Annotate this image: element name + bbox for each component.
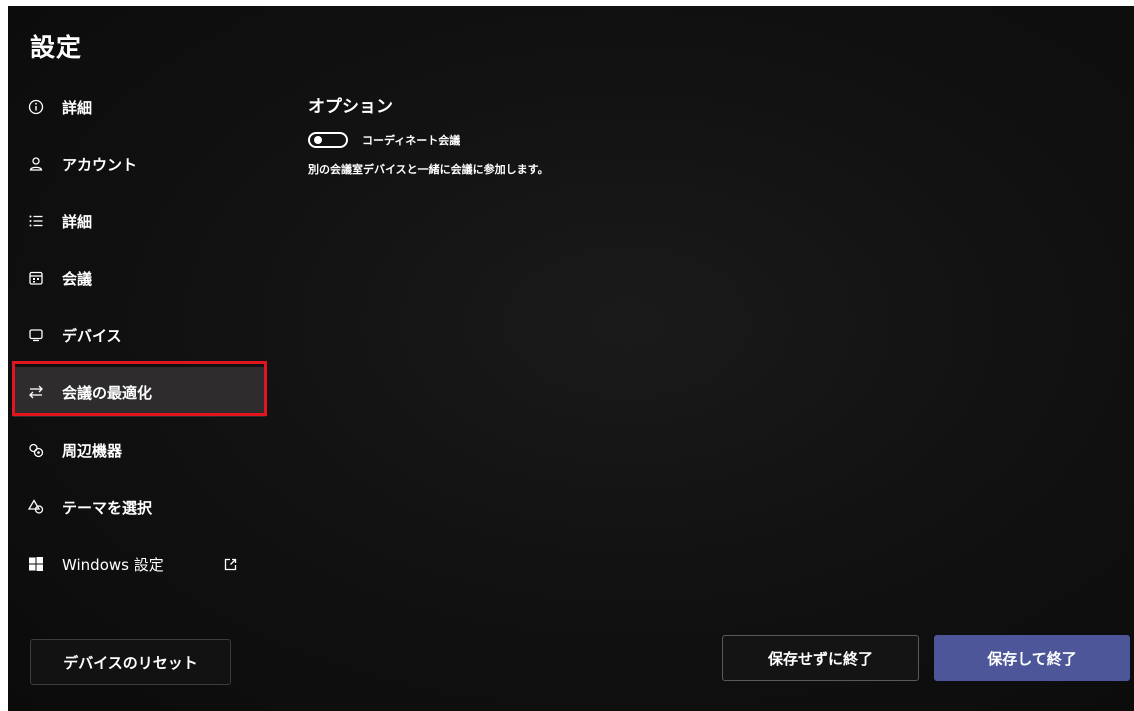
sidebar-item-label: Windows 設定 bbox=[62, 555, 164, 574]
external-link-icon bbox=[224, 558, 237, 571]
sidebar-item-details-list[interactable]: 詳細 bbox=[12, 196, 266, 246]
reset-device-button[interactable]: デバイスのリセット bbox=[30, 639, 231, 685]
section-title: オプション bbox=[308, 97, 393, 117]
coordinated-meeting-row: コーディネート会議 bbox=[308, 129, 549, 151]
peripherals-icon bbox=[28, 442, 44, 458]
device-icon bbox=[28, 327, 44, 343]
page-title: 設定 bbox=[30, 33, 83, 62]
settings-screen: 設定 詳細 アカウント 詳細 会議 デバイス 会議の最適化 周辺機器 テーマを選… bbox=[8, 6, 1134, 711]
sidebar-item-devices[interactable]: デバイス bbox=[12, 310, 266, 360]
sidebar-item-label: 詳細 bbox=[62, 98, 93, 117]
list-icon bbox=[28, 213, 44, 229]
windows-logo-icon bbox=[28, 556, 44, 572]
save-and-exit-button[interactable]: 保存して終了 bbox=[934, 635, 1130, 681]
option-description: 別の会議室デバイスと一緒に会議に参加します。 bbox=[308, 163, 549, 176]
exit-without-saving-button[interactable]: 保存せずに終了 bbox=[722, 635, 919, 681]
sidebar-item-account[interactable]: アカウント bbox=[12, 139, 266, 189]
coordinated-meeting-label: コーディネート会議 bbox=[362, 134, 461, 147]
sidebar-item-windows-settings[interactable]: Windows 設定 bbox=[12, 539, 266, 589]
sidebar-item-label: 周辺機器 bbox=[62, 441, 123, 460]
sidebar-item-label: デバイス bbox=[62, 326, 122, 345]
sidebar-item-meeting-optimization[interactable]: 会議の最適化 bbox=[12, 367, 266, 417]
sidebar-item-theme[interactable]: テーマを選択 bbox=[12, 482, 266, 532]
calendar-icon bbox=[28, 270, 44, 286]
person-icon bbox=[28, 156, 44, 172]
sidebar-item-label: 会議の最適化 bbox=[62, 383, 153, 402]
theme-shapes-icon bbox=[28, 499, 44, 515]
switch-arrows-icon bbox=[28, 384, 44, 400]
sidebar-item-label: 詳細 bbox=[62, 212, 93, 231]
sidebar-item-peripherals[interactable]: 周辺機器 bbox=[12, 425, 266, 475]
options-panel: オプション コーディネート会議 別の会議室デバイスと一緒に会議に参加します。 bbox=[308, 92, 549, 177]
toggle-knob bbox=[314, 136, 322, 144]
sidebar-item-details[interactable]: 詳細 bbox=[12, 82, 266, 132]
sidebar-item-meetings[interactable]: 会議 bbox=[12, 253, 266, 303]
coordinated-meeting-toggle[interactable] bbox=[308, 132, 348, 148]
info-icon bbox=[28, 99, 44, 115]
sidebar-item-label: 会議 bbox=[62, 269, 93, 288]
sidebar-item-label: テーマを選択 bbox=[62, 498, 153, 517]
sidebar-item-label: アカウント bbox=[62, 155, 138, 174]
